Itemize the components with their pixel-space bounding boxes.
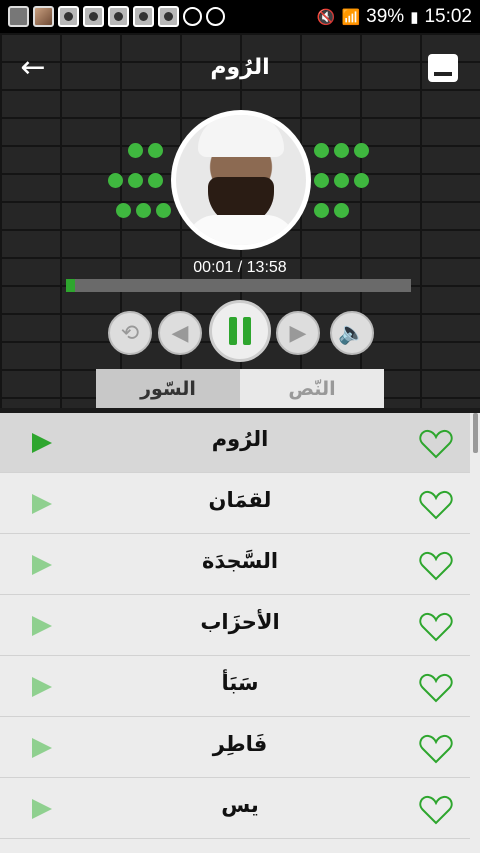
app-notification-icon — [83, 6, 104, 27]
play-icon[interactable] — [32, 616, 52, 636]
surah-name: السَّجدَة — [201, 549, 279, 573]
previous-button[interactable]: ◀ — [158, 311, 202, 355]
heart-icon[interactable] — [419, 551, 453, 581]
heart-icon[interactable] — [419, 795, 453, 825]
pause-icon — [229, 317, 237, 345]
heart-icon[interactable] — [419, 612, 453, 642]
surah-row[interactable]: الرُوم — [0, 413, 470, 473]
image-notification-icon — [8, 6, 29, 27]
surah-name: الأحزَاب — [200, 610, 280, 634]
battery-percent: 39% — [366, 5, 405, 27]
clock: 15:02 — [424, 5, 472, 27]
surah-row[interactable]: السَّجدَة — [0, 535, 470, 595]
heart-icon[interactable] — [419, 673, 453, 703]
volume-button[interactable]: 🔈 — [330, 311, 374, 355]
photo-notification-icon — [33, 6, 54, 27]
heart-icon[interactable] — [419, 490, 453, 520]
surah-list: الرُوم لقمَان السَّجدَة الأحزَاب سَبَأ فَاطِر… — [0, 413, 480, 853]
app-notification-icon — [158, 6, 179, 27]
page-title: الرُوم — [210, 55, 270, 80]
repeat-button[interactable]: ⟲ — [108, 311, 152, 355]
play-icon[interactable] — [32, 433, 52, 453]
play-icon[interactable] — [32, 677, 52, 697]
surah-row[interactable]: لقمَان — [0, 474, 470, 534]
surah-row[interactable]: فَاطِر — [0, 718, 470, 778]
heart-icon[interactable] — [419, 429, 453, 459]
surah-row[interactable]: سَبَأ — [0, 657, 470, 717]
next-button[interactable]: ▶ — [276, 311, 320, 355]
tab-surahs[interactable]: السّور — [96, 369, 240, 408]
top-bar: ← الرُوم — [0, 33, 480, 107]
progress-fill — [66, 279, 75, 292]
sync-notification-icon — [183, 7, 202, 26]
battery-icon: ▮ — [410, 8, 419, 26]
surah-name: الرُوم — [211, 427, 269, 451]
surah-name: سَبَأ — [221, 671, 259, 695]
next-icon: ▶ — [289, 320, 307, 346]
progress-bar[interactable] — [66, 279, 411, 292]
surah-name: يس — [221, 793, 259, 817]
repeat-icon: ⟲ — [120, 320, 140, 346]
playback-time: 00:01 / 13:58 — [193, 259, 287, 276]
app-notification-icon — [133, 6, 154, 27]
scrollbar[interactable] — [473, 413, 478, 453]
play-icon[interactable] — [32, 738, 52, 758]
mute-icon: 🔇 — [316, 8, 336, 26]
arrow-left-icon[interactable]: ← — [16, 51, 50, 85]
wifi-icon: 📶 — [341, 8, 361, 26]
notification-icons — [8, 6, 225, 27]
heart-icon[interactable] — [419, 734, 453, 764]
surah-name: لقمَان — [208, 488, 272, 512]
tab-text[interactable]: النّص — [240, 369, 384, 408]
chrome-notification-icon — [206, 7, 225, 26]
surah-name: فَاطِر — [212, 732, 268, 756]
play-icon[interactable] — [32, 799, 52, 819]
reciter-avatar — [171, 110, 311, 250]
tab-bar: السّور النّص — [96, 369, 384, 408]
previous-icon: ◀ — [171, 320, 189, 346]
volume-icon: 🔈 — [338, 320, 366, 346]
surah-row[interactable]: الأحزَاب — [0, 596, 470, 656]
pause-button[interactable] — [209, 300, 271, 362]
app-notification-icon — [58, 6, 79, 27]
app-notification-icon — [108, 6, 129, 27]
play-icon[interactable] — [32, 555, 52, 575]
play-icon[interactable] — [32, 494, 52, 514]
status-bar: 🔇 📶 39% ▮ 15:02 — [0, 0, 480, 33]
player-panel: ← الرُوم 00:01 / 13:58 ⟲ ◀ ▶ 🔈 السّور ال… — [0, 33, 480, 408]
minimize-icon[interactable] — [428, 54, 458, 82]
surah-row[interactable]: يس — [0, 779, 470, 839]
